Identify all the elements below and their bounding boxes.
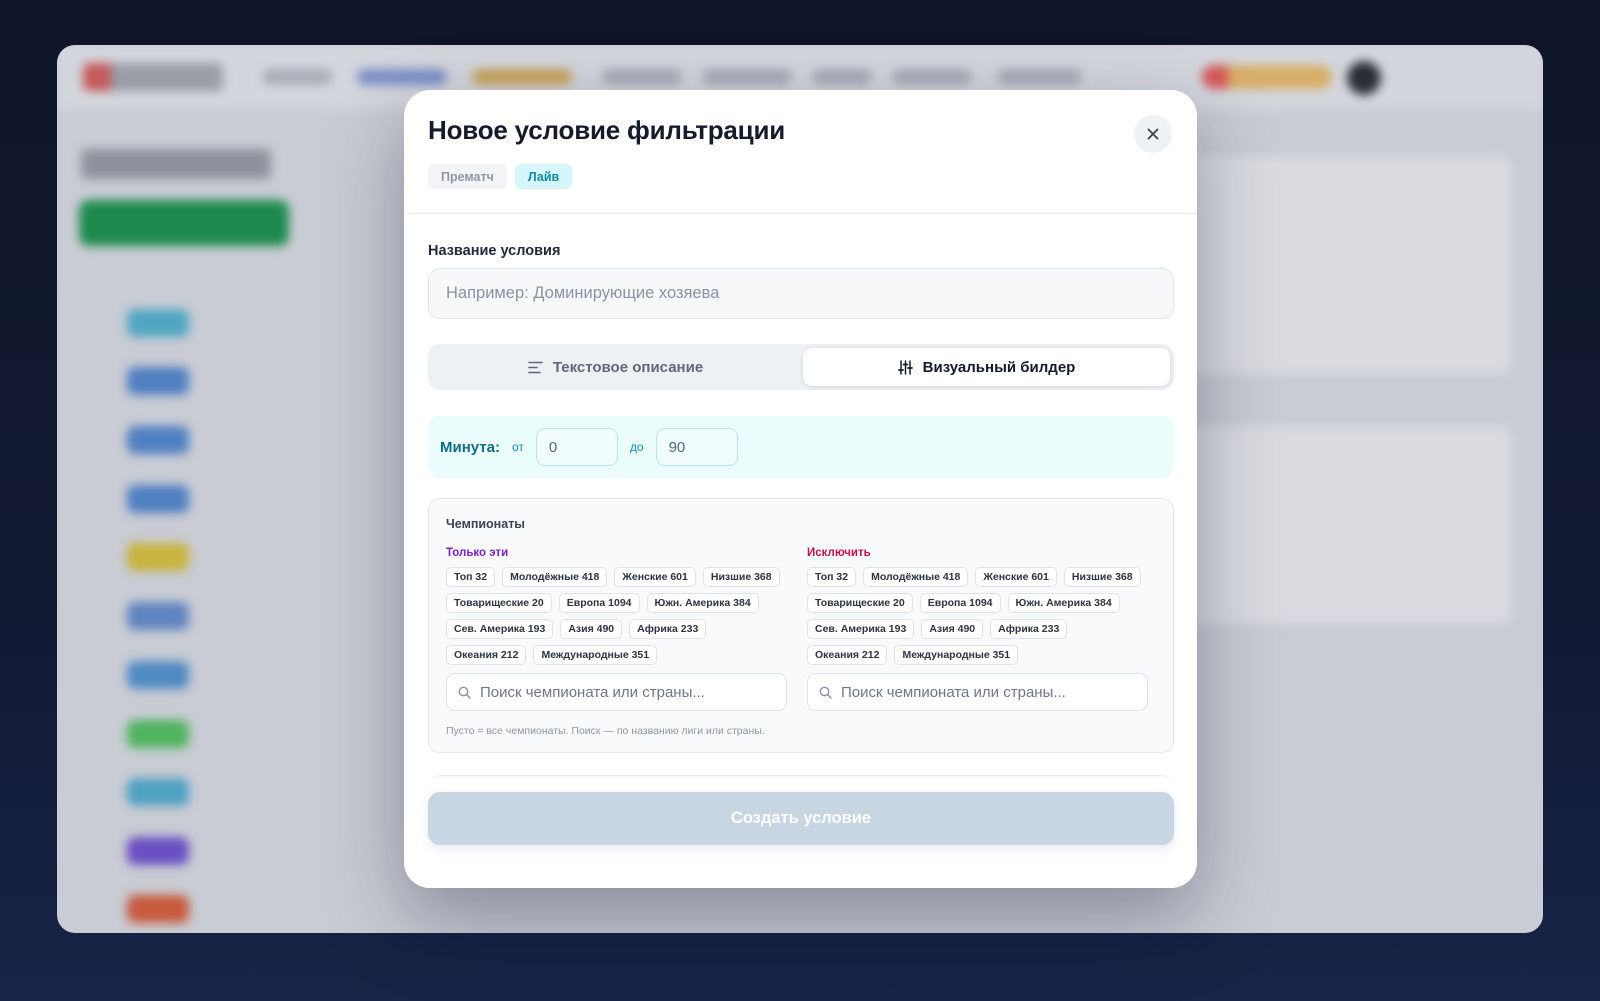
exclude-label: Исключить: [807, 547, 871, 559]
include-chip[interactable]: Океания 212: [446, 645, 527, 665]
background-row-badge: [127, 426, 189, 454]
close-icon: [1147, 128, 1159, 140]
include-search-box[interactable]: [446, 673, 787, 711]
text-mode-label: Текстовое описание: [552, 358, 704, 376]
background-nav-item: [702, 69, 792, 85]
include-chip[interactable]: Африка 233: [629, 619, 707, 639]
include-chip[interactable]: Сев. Америка 193: [446, 619, 554, 639]
tab-live[interactable]: Лайв: [514, 164, 573, 189]
background-logo: [83, 63, 223, 91]
include-chip[interactable]: Низшие 368: [702, 567, 780, 587]
background-side-card: [1183, 425, 1513, 625]
minute-label: Минута:: [440, 438, 500, 456]
modal-footer: Создать условие: [404, 778, 1197, 888]
exclude-chip[interactable]: Азия 490: [921, 619, 984, 639]
exclude-chip[interactable]: Океания 212: [807, 645, 888, 665]
lines-icon: [528, 361, 543, 373]
exclude-chip[interactable]: Южн. Америка 384: [1007, 593, 1120, 613]
include-championships-column: Только эти Топ 32 Молодёжные 418 Женские 6…: [446, 547, 787, 711]
visual-builder-mode-button[interactable]: Визуальный билдер: [803, 348, 1170, 386]
search-icon: [458, 686, 471, 699]
include-chip[interactable]: Молодёжные 418: [502, 567, 608, 587]
modal-header: Новое условие фильтрации Прематч Лайв: [404, 90, 1197, 214]
background-nav-item: [812, 69, 872, 85]
exclude-chip[interactable]: Европа 1094: [919, 593, 1001, 613]
tab-prematch[interactable]: Прематч: [428, 164, 507, 189]
include-chip[interactable]: Товарищеские 20: [446, 593, 552, 613]
background-row-badge: [127, 661, 189, 689]
background-row-badge: [127, 602, 189, 630]
create-condition-button[interactable]: Создать условие: [428, 792, 1174, 845]
minute-from-input[interactable]: [535, 428, 618, 466]
match-mode-tabs: Прематч Лайв: [428, 164, 573, 189]
include-chip[interactable]: Южн. Америка 384: [646, 593, 759, 613]
background-side-card: [1183, 155, 1513, 375]
background-row-badge: [127, 837, 189, 865]
include-chip-list: Топ 32 Молодёжные 418 Женские 601 Низшие 36…: [446, 567, 787, 669]
championships-title: Чемпионаты: [446, 517, 525, 531]
background-row-badge: [127, 367, 189, 395]
new-filter-condition-modal: Новое условие фильтрации Прематч Лайв На…: [404, 90, 1197, 888]
include-chip[interactable]: Топ 32: [446, 567, 496, 587]
visual-mode-label: Визуальный билдер: [922, 358, 1076, 376]
background-nav-item: [357, 69, 447, 85]
background-nav-item: [262, 69, 332, 85]
background-row-badge: [127, 895, 189, 923]
include-search-input[interactable]: [480, 683, 780, 701]
background-row-badge: [127, 485, 189, 513]
condition-name-input[interactable]: [428, 268, 1174, 319]
sliders-icon: [897, 359, 913, 375]
background-nav-item: [472, 69, 572, 85]
background-nav-item: [892, 69, 972, 85]
minute-from-label: от: [512, 440, 524, 454]
include-chip[interactable]: Азия 490: [560, 619, 623, 639]
exclude-search-input[interactable]: [841, 683, 1141, 701]
editor-mode-switch: Текстовое описание Визуальный билдер: [428, 344, 1174, 390]
exclude-chip[interactable]: Товарищеские 20: [807, 593, 913, 613]
background-row-badge: [127, 543, 189, 571]
background-row-badge: [127, 778, 189, 806]
minute-range-panel: Минута: от до: [428, 416, 1174, 478]
text-description-mode-button[interactable]: Текстовое описание: [432, 348, 799, 386]
modal-body: Название условия Текстовое описание Визу…: [428, 214, 1174, 872]
minute-to-label: до: [629, 440, 644, 454]
search-icon: [819, 686, 832, 699]
minute-to-input[interactable]: [655, 428, 738, 466]
exclude-chip[interactable]: Африка 233: [990, 619, 1068, 639]
exclude-chip[interactable]: Топ 32: [807, 567, 857, 587]
exclude-championships-column: Исключить Топ 32 Молодёжные 418 Женские 60…: [807, 547, 1148, 711]
include-label: Только эти: [446, 547, 509, 559]
exclude-chip[interactable]: Молодёжные 418: [863, 567, 969, 587]
include-chip[interactable]: Международные 351: [533, 645, 658, 665]
background-row-badge: [127, 309, 189, 337]
include-chip[interactable]: Европа 1094: [558, 593, 640, 613]
exclude-chip-list: Топ 32 Молодёжные 418 Женские 601 Низшие 36…: [807, 567, 1148, 669]
background-page-title: [81, 149, 271, 179]
background-primary-button: [79, 200, 289, 246]
exclude-chip[interactable]: Сев. Америка 193: [807, 619, 915, 639]
modal-title: Новое условие фильтрации: [428, 115, 786, 145]
background-nav-item: [602, 69, 682, 85]
exclude-chip[interactable]: Низшие 368: [1063, 567, 1141, 587]
exclude-search-box[interactable]: [807, 673, 1148, 711]
background-row-badge: [127, 720, 189, 748]
background-avatar: [1347, 61, 1381, 95]
background-nav-item: [997, 69, 1082, 85]
background-live-indicator: [1202, 65, 1332, 89]
exclude-chip[interactable]: Женские 601: [975, 567, 1057, 587]
close-button[interactable]: [1134, 115, 1172, 153]
championships-hint: Пусто = все чемпионаты. Поиск — по назва…: [446, 725, 765, 737]
exclude-chip[interactable]: Международные 351: [894, 645, 1019, 665]
championships-card: Чемпионаты Только эти Топ 32 Молодёжные 4…: [428, 498, 1174, 753]
include-chip[interactable]: Женские 601: [614, 567, 696, 587]
condition-name-label: Название условия: [428, 243, 561, 259]
